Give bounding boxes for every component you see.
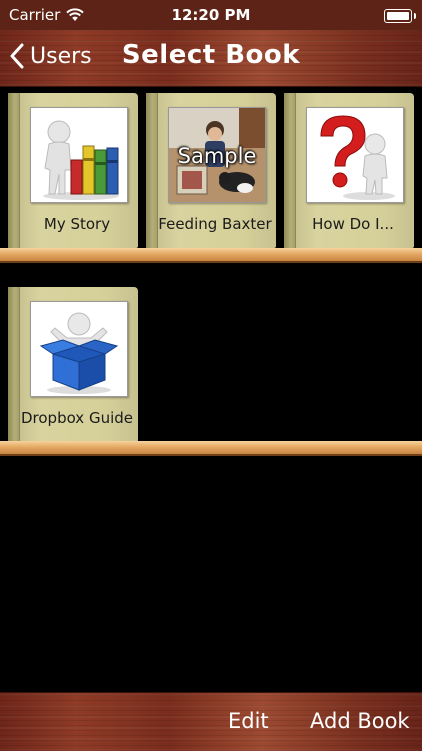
- book-title: Feeding Baxter: [158, 215, 272, 233]
- add-book-button[interactable]: Add Book: [310, 709, 410, 733]
- person-in-box-icon: [39, 312, 119, 394]
- book-my-story[interactable]: My Story: [8, 93, 138, 248]
- book-dropbox-guide[interactable]: Dropbox Guide: [8, 287, 138, 442]
- book-cover-image: Sample: [168, 107, 266, 203]
- sample-overlay-label: Sample: [177, 144, 257, 168]
- book-cover-image: [306, 107, 404, 203]
- book-feeding-baxter[interactable]: Sample Feeding Baxter: [146, 93, 276, 248]
- book-title: How Do I...: [312, 215, 394, 233]
- bookshelf: [0, 441, 422, 456]
- bottom-toolbar: Edit Add Book: [0, 692, 422, 751]
- navigation-bar: Users Select Book: [0, 30, 422, 87]
- edit-button[interactable]: Edit: [228, 709, 269, 733]
- book-cover-image: [30, 301, 128, 397]
- book-title: Dropbox Guide: [20, 409, 134, 427]
- book-cover-image: [30, 107, 128, 203]
- book-title: My Story: [43, 215, 111, 233]
- book-how-do-i[interactable]: How Do I...: [284, 93, 414, 248]
- page-title: Select Book: [121, 40, 301, 70]
- person-question-mark-icon: [320, 115, 395, 200]
- bookshelf: [0, 248, 422, 263]
- person-with-books-icon: [43, 120, 119, 200]
- status-bar: Carrier 12:20 PM: [0, 0, 422, 30]
- battery-icon: [384, 9, 416, 23]
- clock-time: 12:20 PM: [171, 6, 251, 24]
